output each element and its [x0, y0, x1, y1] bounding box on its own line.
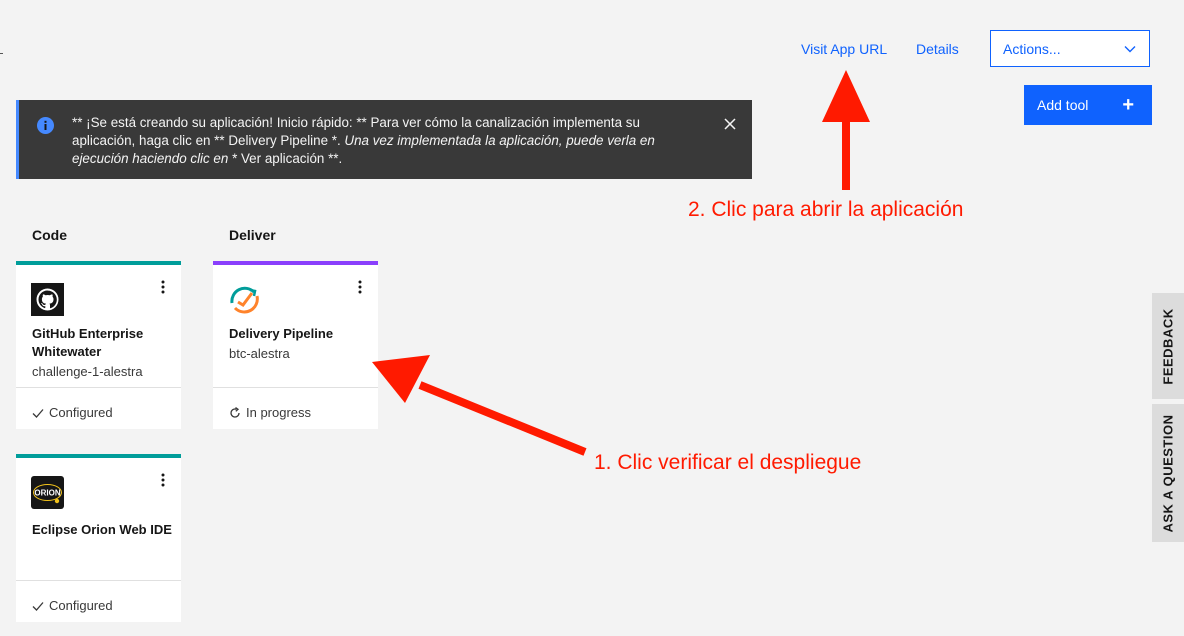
tool-status: Configured: [32, 598, 113, 613]
tool-card-orion[interactable]: ORION Eclipse Orion Web IDE Configured: [16, 454, 181, 622]
orion-logo-text: ORION: [34, 489, 60, 498]
ask-question-tab[interactable]: ASK A QUESTION: [1152, 404, 1184, 542]
tool-name: Eclipse Orion Web IDE: [32, 522, 172, 537]
overflow-menu-icon[interactable]: [159, 279, 167, 295]
column-title-code: Code: [32, 227, 67, 243]
card-divider: [16, 387, 181, 388]
status-label: Configured: [49, 405, 113, 420]
toolchain-page: Visit App URL Details Actions... Add too…: [0, 0, 1184, 636]
tool-name: Delivery Pipeline: [229, 326, 334, 341]
notification-message: ** ¡Se está creando su aplicación! Inici…: [72, 114, 704, 168]
plus-icon: +: [1122, 94, 1134, 116]
edge-mark: [0, 53, 3, 54]
tool-card-delivery-pipeline[interactable]: Delivery Pipeline btc-alestra In progres…: [213, 261, 378, 429]
tool-name: GitHub Enterprise Whitewater: [32, 326, 144, 359]
feedback-tab-label: FEEDBACK: [1160, 307, 1176, 385]
tool-subtitle: btc-alestra: [229, 346, 290, 361]
status-label: Configured: [49, 598, 113, 613]
checkmark-icon: [32, 408, 44, 418]
add-tool-button[interactable]: Add tool +: [1024, 85, 1152, 125]
details-link[interactable]: Details: [916, 41, 959, 57]
orion-logo-icon: ORION: [31, 476, 64, 509]
checkmark-icon: [32, 601, 44, 611]
annotation-step-2: 2. Clic para abrir la aplicación: [688, 198, 964, 221]
info-notification: ** ¡Se está creando su aplicación! Inici…: [16, 100, 752, 179]
arrow-left-annotation: [372, 355, 587, 456]
annotation-step-1: 1. Clic verificar el despliegue: [594, 451, 862, 474]
status-label: In progress: [246, 405, 312, 420]
tool-card-github[interactable]: GitHub Enterprise Whitewater challenge-1…: [16, 261, 181, 429]
actions-dropdown-label: Actions...: [1003, 40, 1061, 57]
info-icon: [37, 117, 54, 134]
card-divider: [213, 387, 378, 388]
visit-app-url-link[interactable]: Visit App URL: [801, 41, 887, 57]
chevron-down-icon: [1124, 45, 1136, 52]
column-title-deliver: Deliver: [229, 227, 276, 243]
tool-status: Configured: [32, 405, 113, 420]
tool-status: In progress: [229, 405, 311, 420]
github-logo-icon: [31, 283, 64, 316]
pipeline-logo-icon: [230, 286, 259, 314]
close-icon[interactable]: [723, 117, 737, 131]
in-progress-icon: [230, 406, 240, 418]
add-tool-label: Add tool: [1037, 97, 1089, 113]
overflow-menu-icon[interactable]: [159, 472, 167, 488]
arrow-up-annotation: [822, 70, 870, 190]
notification-text-tail: * Ver aplicación **.: [232, 151, 343, 166]
ask-question-tab-label: ASK A QUESTION: [1160, 414, 1176, 532]
card-divider: [16, 580, 181, 581]
feedback-tab[interactable]: FEEDBACK: [1152, 293, 1184, 399]
tool-subtitle: challenge-1-alestra: [32, 364, 143, 379]
overflow-menu-icon[interactable]: [356, 279, 364, 295]
actions-dropdown[interactable]: Actions...: [990, 30, 1150, 67]
